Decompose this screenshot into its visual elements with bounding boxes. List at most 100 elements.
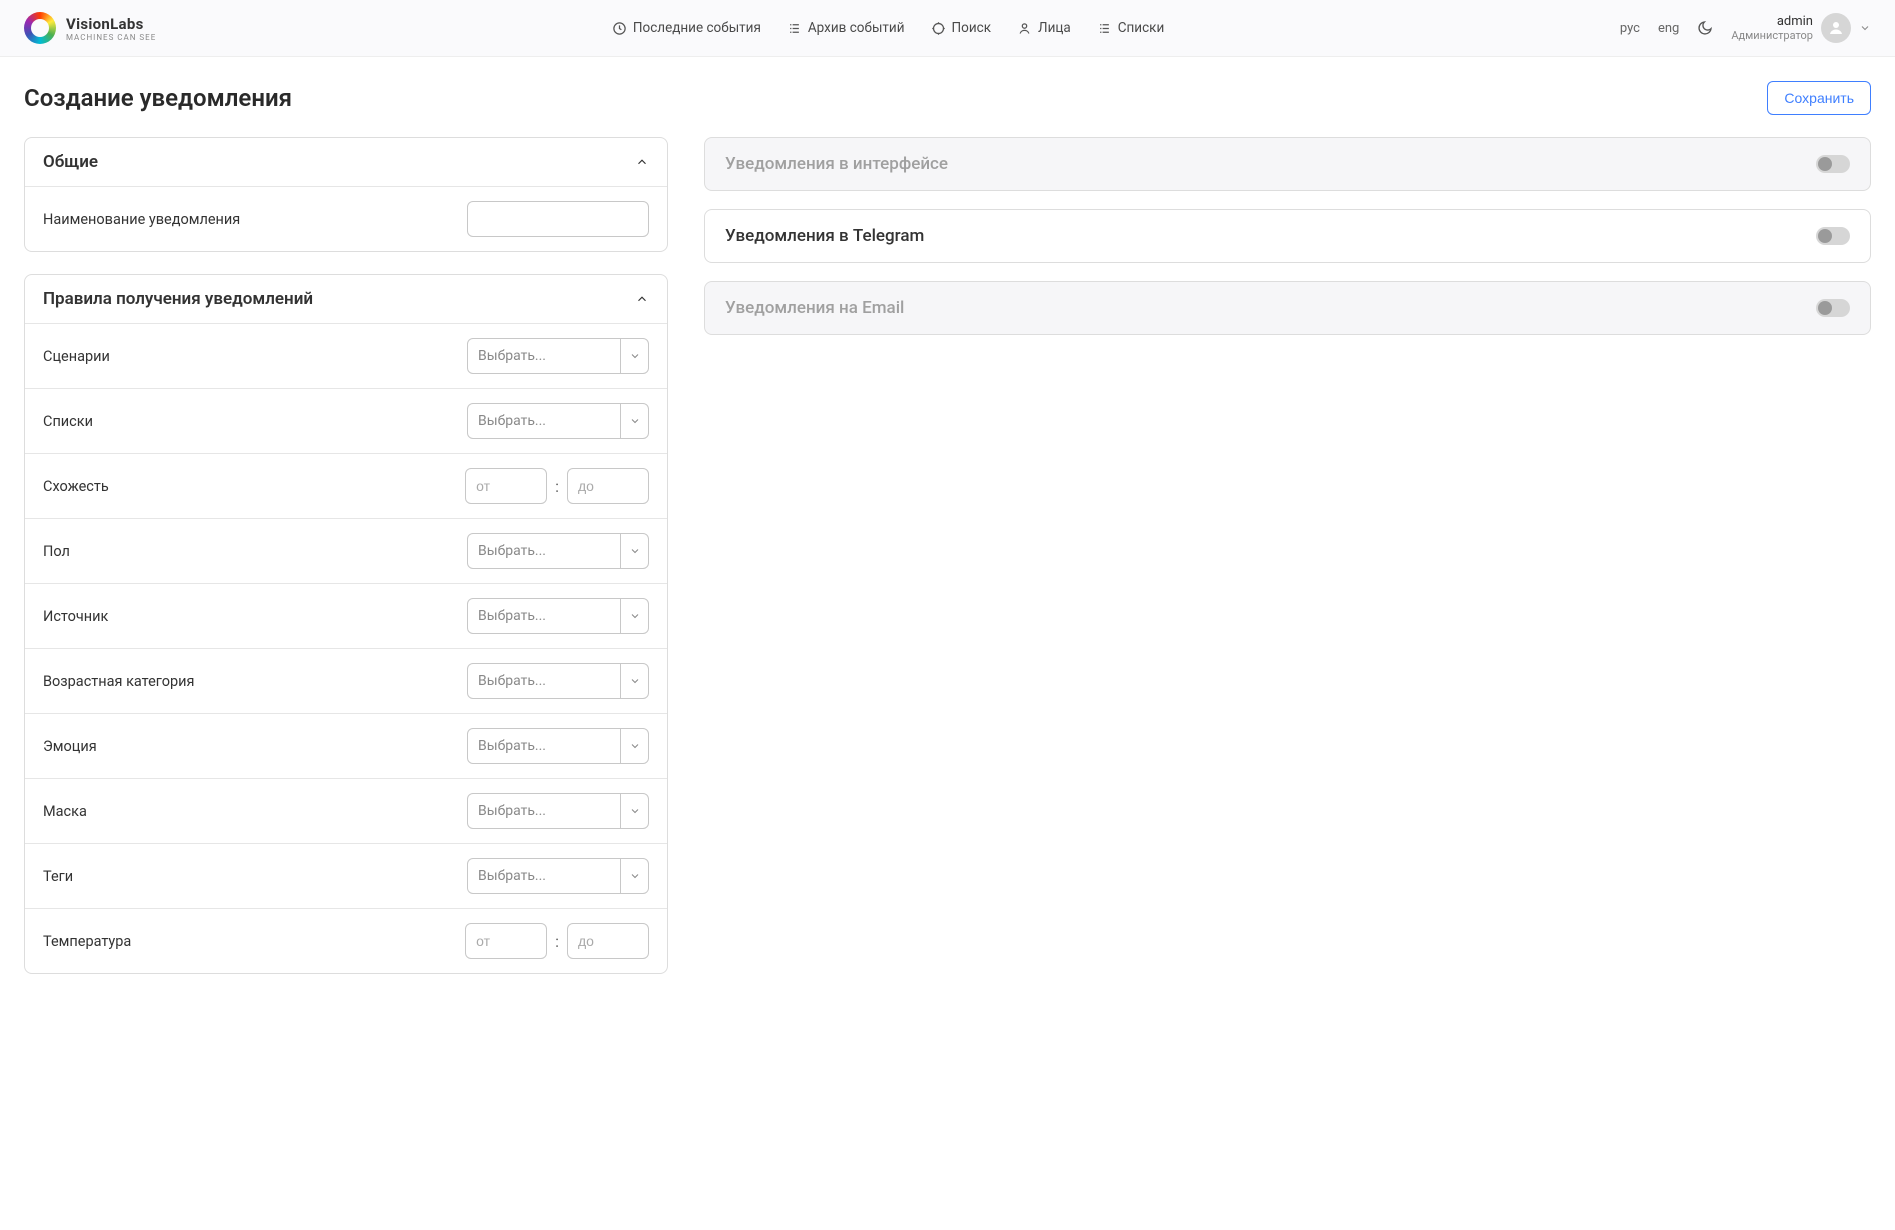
chevron-down-icon	[1859, 22, 1871, 34]
user-name: admin	[1777, 14, 1813, 29]
select-placeholder: Выбрать...	[468, 673, 620, 689]
label-lists: Списки	[43, 413, 93, 430]
select-placeholder: Выбрать...	[468, 348, 620, 364]
brand-tagline: MACHINES CAN SEE	[66, 33, 156, 42]
emotion-select[interactable]: Выбрать...	[467, 728, 649, 764]
similarity-from-input[interactable]	[465, 468, 547, 504]
label-age: Возрастная категория	[43, 673, 194, 690]
nav-recent-events[interactable]: Последние события	[612, 20, 761, 36]
panel-general: Общие Наименование уведомления	[24, 137, 668, 252]
left-column: Общие Наименование уведомления Правила п…	[24, 137, 668, 996]
panel-rules: Правила получения уведомлений Сценарии В…	[24, 274, 668, 974]
temperature-range: :	[465, 923, 649, 959]
row-temperature: Температура :	[25, 908, 667, 973]
nav-label: Архив событий	[808, 20, 905, 36]
gender-select[interactable]: Выбрать...	[467, 533, 649, 569]
age-select[interactable]: Выбрать...	[467, 663, 649, 699]
page: Создание уведомления Сохранить Общие Наи…	[0, 57, 1895, 1020]
panel-title: Правила получения уведомлений	[43, 289, 313, 309]
scenarios-select[interactable]: Выбрать...	[467, 338, 649, 374]
avatar-icon	[1827, 19, 1845, 37]
label-temperature: Температура	[43, 933, 131, 950]
save-button[interactable]: Сохранить	[1767, 81, 1871, 115]
label-gender: Пол	[43, 543, 70, 560]
range-separator: :	[555, 932, 559, 951]
tags-select[interactable]: Выбрать...	[467, 858, 649, 894]
channel-telegram-title: Уведомления в Telegram	[725, 226, 924, 246]
channel-telegram-card[interactable]: Уведомления в Telegram	[704, 209, 1871, 263]
notification-name-input[interactable]	[467, 201, 649, 237]
main-nav: Последние события Архив событий Поиск Ли…	[612, 20, 1164, 36]
panel-general-header[interactable]: Общие	[25, 138, 667, 186]
user-menu[interactable]: admin Администратор	[1731, 13, 1871, 43]
chevron-down-icon	[620, 404, 648, 438]
channel-email-card[interactable]: Уведомления на Email	[704, 281, 1871, 335]
lang-rus[interactable]: рус	[1620, 21, 1640, 36]
row-similarity: Схожесть :	[25, 453, 667, 518]
source-select[interactable]: Выбрать...	[467, 598, 649, 634]
similarity-range: :	[465, 468, 649, 504]
avatar	[1821, 13, 1851, 43]
person-icon	[1017, 21, 1032, 36]
row-gender: Пол Выбрать...	[25, 518, 667, 583]
panel-title: Общие	[43, 152, 98, 172]
nav-search[interactable]: Поиск	[931, 20, 992, 36]
channel-ui-title: Уведомления в интерфейсе	[725, 154, 948, 174]
right-column: Уведомления в интерфейсе Уведомления в T…	[704, 137, 1871, 996]
row-tags: Теги Выбрать...	[25, 843, 667, 908]
row-emotion: Эмоция Выбрать...	[25, 713, 667, 778]
select-placeholder: Выбрать...	[468, 868, 620, 884]
row-lists: Списки Выбрать...	[25, 388, 667, 453]
range-separator: :	[555, 477, 559, 496]
select-placeholder: Выбрать...	[468, 413, 620, 429]
nav-label: Списки	[1118, 20, 1165, 36]
page-title: Создание уведомления	[24, 84, 292, 112]
select-placeholder: Выбрать...	[468, 543, 620, 559]
label-tags: Теги	[43, 868, 73, 885]
nav-lists[interactable]: Списки	[1097, 20, 1165, 36]
channel-email-title: Уведомления на Email	[725, 298, 904, 318]
chevron-up-icon	[635, 155, 649, 169]
row-notification-name: Наименование уведомления	[25, 186, 667, 251]
select-placeholder: Выбрать...	[468, 738, 620, 754]
lang-eng[interactable]: eng	[1658, 21, 1679, 36]
list-icon	[1097, 21, 1112, 36]
row-source: Источник Выбрать...	[25, 583, 667, 648]
clock-icon	[612, 21, 627, 36]
select-placeholder: Выбрать...	[468, 608, 620, 624]
header-right: рус eng admin Администратор	[1620, 13, 1871, 43]
chevron-down-icon	[620, 859, 648, 893]
chevron-down-icon	[620, 664, 648, 698]
channel-telegram-toggle[interactable]	[1816, 227, 1850, 245]
panel-rules-header[interactable]: Правила получения уведомлений	[25, 275, 667, 323]
target-icon	[931, 21, 946, 36]
channel-ui-card[interactable]: Уведомления в интерфейсе	[704, 137, 1871, 191]
list-icon	[787, 21, 802, 36]
chevron-down-icon	[620, 794, 648, 828]
row-age: Возрастная категория Выбрать...	[25, 648, 667, 713]
brand-text: VisionLabs MACHINES CAN SEE	[66, 15, 156, 42]
label-scenarios: Сценарии	[43, 348, 110, 365]
row-mask: Маска Выбрать...	[25, 778, 667, 843]
temperature-from-input[interactable]	[465, 923, 547, 959]
chevron-up-icon	[635, 292, 649, 306]
nav-archive[interactable]: Архив событий	[787, 20, 905, 36]
nav-label: Поиск	[952, 20, 992, 36]
page-header: Создание уведомления Сохранить	[24, 81, 1871, 115]
logo-icon	[24, 12, 56, 44]
label-mask: Маска	[43, 803, 87, 820]
chevron-down-icon	[620, 599, 648, 633]
similarity-to-input[interactable]	[567, 468, 649, 504]
moon-icon[interactable]	[1697, 20, 1713, 36]
mask-select[interactable]: Выбрать...	[467, 793, 649, 829]
chevron-down-icon	[620, 729, 648, 763]
channel-ui-toggle[interactable]	[1816, 155, 1850, 173]
brand-name: VisionLabs	[66, 15, 156, 33]
user-role: Администратор	[1731, 29, 1813, 42]
nav-faces[interactable]: Лица	[1017, 20, 1071, 36]
temperature-to-input[interactable]	[567, 923, 649, 959]
lists-select[interactable]: Выбрать...	[467, 403, 649, 439]
channel-email-toggle[interactable]	[1816, 299, 1850, 317]
brand-block: VisionLabs MACHINES CAN SEE	[24, 12, 156, 44]
chevron-down-icon	[620, 339, 648, 373]
